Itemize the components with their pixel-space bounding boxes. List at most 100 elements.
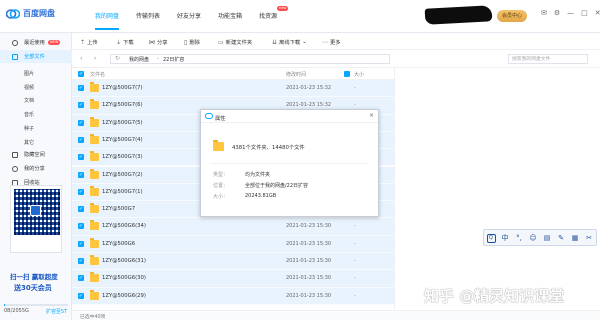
new-folder-button[interactable]: ▭ 新建文件夹 xyxy=(218,38,252,47)
expand-storage-link[interactable]: 扩容至5T xyxy=(46,308,67,315)
tab-toolbox[interactable]: 功能宝箱 xyxy=(218,11,242,20)
ime-punctuation-icon[interactable]: °, xyxy=(512,234,526,242)
file-date: 2021-01-23 15:30 xyxy=(286,240,332,247)
sidebar-item-other[interactable]: 其它 xyxy=(24,139,34,146)
file-name[interactable]: 1ZY@500G7 xyxy=(102,206,135,212)
tab-transfers[interactable]: 传输列表 xyxy=(136,11,160,20)
tab-find-resources[interactable]: 找资源 xyxy=(259,11,277,20)
column-size[interactable]: 大小 xyxy=(354,71,364,78)
active-tab-indicator xyxy=(95,28,119,30)
row-checkbox[interactable]: ✓ xyxy=(78,188,84,195)
dialog-title: 属性 xyxy=(215,116,226,122)
more-button[interactable]: ⋯ 更多 xyxy=(322,38,341,47)
search-input[interactable]: 搜索我的网盘文件 xyxy=(508,54,588,64)
properties-dialog[interactable]: 属性 × 4381个文件夹、14480个文件 类型： 均为文件夹 位置： 全部位… xyxy=(200,109,379,217)
app-logo[interactable]: 百度网盘 xyxy=(6,8,55,19)
forward-icon[interactable]: › xyxy=(94,55,96,62)
ime-skin-icon[interactable]: ▦ xyxy=(568,234,582,242)
file-name[interactable]: 1ZY@500G6 xyxy=(102,241,135,247)
row-checkbox[interactable]: ✓ xyxy=(78,154,84,161)
sidebar-item-my-shares[interactable]: 我的分享 xyxy=(0,162,72,175)
file-date: 2021-01-23 15:32 xyxy=(286,85,332,91)
sidebar-item-recent[interactable]: 最近使用 NEW xyxy=(0,36,72,49)
ime-handwrite-icon[interactable]: ✎ xyxy=(554,234,568,242)
close-icon[interactable]: ✕ xyxy=(595,9,600,17)
delete-button[interactable]: ▯ 删除 xyxy=(184,38,200,47)
folder-icon xyxy=(90,255,99,265)
ime-language-toggle[interactable]: 中 xyxy=(498,233,512,243)
ime-tools-icon[interactable]: ✂ xyxy=(582,234,596,242)
sidebar-item-label: 全部文件 xyxy=(24,54,45,60)
file-name[interactable]: 1ZY@500G7(4) xyxy=(102,137,143,143)
row-checkbox[interactable]: ✓ xyxy=(78,292,84,299)
breadcrumb-current[interactable]: 22日扩容 xyxy=(163,56,184,63)
minimize-icon[interactable]: — xyxy=(567,9,574,17)
breadcrumb[interactable]: ↻ 我的网盘 › 22日扩容 xyxy=(110,54,390,64)
tab-my-drive[interactable]: 我的网盘 xyxy=(95,11,119,20)
close-icon[interactable]: × xyxy=(369,112,374,119)
sidebar-item-docs[interactable]: 文档 xyxy=(24,97,34,104)
settings-icon[interactable]: ⚙ xyxy=(554,9,560,17)
download-button[interactable]: ⇣ 下载 xyxy=(116,38,134,47)
row-checkbox[interactable]: ✓ xyxy=(78,258,84,264)
file-name[interactable]: 1ZY@500G6(34) xyxy=(102,223,146,229)
tab-friend-share[interactable]: 好友分享 xyxy=(177,11,201,20)
row-checkbox[interactable]: ✓ xyxy=(78,171,84,178)
row-checkbox[interactable]: ✓ xyxy=(78,119,84,126)
table-row[interactable]: ✓ 1ZY@500G6(31) 2021-01-23 15:30 - xyxy=(72,253,394,271)
table-row[interactable]: ✓ 1ZY@500G6 2021-01-23 15:30 - xyxy=(72,235,394,253)
file-name[interactable]: 1ZY@500G6(31) xyxy=(102,258,146,264)
row-checkbox[interactable]: ✓ xyxy=(78,85,84,91)
mail-icon[interactable]: ✉ xyxy=(541,9,547,17)
share-icon xyxy=(12,165,18,172)
row-checkbox[interactable]: ✓ xyxy=(78,275,84,282)
row-checkbox[interactable]: ✓ xyxy=(78,240,84,247)
sidebar-item-hidden-space[interactable]: 隐藏空间 xyxy=(0,148,72,161)
file-name[interactable]: 1ZY@500G7(3) xyxy=(102,154,143,160)
file-name[interactable]: 1ZY@500G7(1) xyxy=(102,189,143,195)
ime-emoji-icon[interactable]: ☺ xyxy=(526,234,540,242)
share-button[interactable]: ⋈ 分享 xyxy=(149,38,168,47)
table-row[interactable]: ✓ 1ZY@500G6(29) 2021-01-23 15:30 - xyxy=(72,287,394,305)
file-date: 2021-01-23 15:30 xyxy=(286,258,332,264)
refresh-icon[interactable]: ↻ xyxy=(115,55,120,62)
column-name[interactable]: 文件名 xyxy=(90,71,105,78)
folder-icon xyxy=(90,99,99,110)
ime-logo-icon[interactable]: Q xyxy=(484,233,498,243)
sidebar-item-images[interactable]: 图片 xyxy=(24,70,34,77)
file-date: 2021-01-23 15:30 xyxy=(286,292,332,299)
sidebar-item-music[interactable]: 音乐 xyxy=(24,111,34,118)
row-checkbox[interactable]: ✓ xyxy=(78,206,84,213)
promo-qr-card[interactable] xyxy=(10,185,62,253)
vip-center-button[interactable]: 会员中心 xyxy=(497,10,528,22)
maximize-icon[interactable]: □ xyxy=(581,9,588,17)
upload-button[interactable]: ⇡ 上传 xyxy=(80,38,98,47)
row-checkbox[interactable]: ✓ xyxy=(78,102,84,109)
top-bar: 百度网盘 我的网盘 传输列表 好友分享 功能宝箱 找资源 new 会员中心 ✉ … xyxy=(0,0,600,33)
file-size: - xyxy=(354,102,356,109)
table-row[interactable]: ✓ 1ZY@500G7(7) 2021-01-23 15:32 - xyxy=(72,80,394,98)
file-name[interactable]: 1ZY@500G7(7) xyxy=(102,85,143,91)
file-name[interactable]: 1ZY@500G7(5) xyxy=(102,120,143,126)
file-name[interactable]: 1ZY@500G7(6) xyxy=(102,102,143,108)
column-checkbox[interactable] xyxy=(344,71,350,77)
dialog-header[interactable]: 属性 × xyxy=(201,110,378,123)
row-checkbox[interactable]: ✓ xyxy=(78,223,84,230)
file-name[interactable]: 1ZY@500G7(2) xyxy=(102,172,143,178)
ime-keyboard-icon[interactable]: ▤ xyxy=(540,234,554,242)
file-size: - xyxy=(354,223,356,230)
file-name[interactable]: 1ZY@500G6(30) xyxy=(102,275,146,281)
column-date[interactable]: 修改时间 xyxy=(286,71,306,78)
back-icon[interactable]: ‹ xyxy=(80,55,82,62)
breadcrumb-separator: › xyxy=(157,56,159,62)
sidebar-item-videos[interactable]: 视频 xyxy=(24,84,34,91)
sidebar-item-all-files[interactable]: 全部文件 xyxy=(0,50,72,63)
table-row[interactable]: ✓ 1ZY@500G6(30) 2021-01-23 15:30 - xyxy=(72,270,394,288)
table-row[interactable]: ✓ 1ZY@500G6(34) 2021-01-23 15:30 - xyxy=(72,218,394,236)
offline-download-button[interactable]: ⇊ 离线下载 ⌄ xyxy=(272,38,307,47)
select-all-checkbox[interactable]: ✓ xyxy=(78,71,84,77)
file-name[interactable]: 1ZY@500G6(29) xyxy=(102,293,146,299)
sidebar-item-torrents[interactable]: 种子 xyxy=(24,125,34,132)
breadcrumb-root[interactable]: 我的网盘 xyxy=(129,56,149,63)
row-checkbox[interactable]: ✓ xyxy=(78,136,84,143)
